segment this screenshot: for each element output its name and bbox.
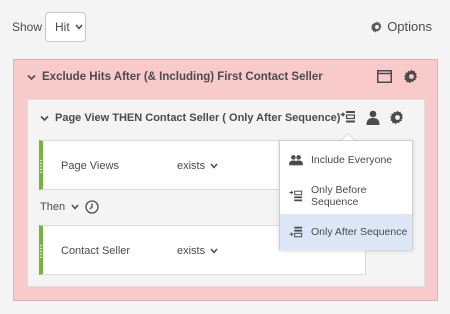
menu-item-label: Only Before Sequence bbox=[311, 184, 367, 208]
operator-value: exists bbox=[177, 245, 206, 257]
inner-sequence-title: Page View THEN Contact Seller ( Only Aft… bbox=[55, 112, 341, 124]
show-label: Show bbox=[12, 20, 43, 34]
rule-label: Page Views bbox=[61, 160, 119, 172]
chevron-down-icon bbox=[210, 163, 218, 169]
operator-dropdown[interactable]: exists bbox=[177, 245, 218, 257]
gear-icon bbox=[371, 20, 382, 33]
options-button[interactable]: Options bbox=[371, 19, 432, 34]
chevron-down-icon bbox=[27, 74, 36, 80]
operator-value: exists bbox=[177, 160, 206, 172]
clock-icon[interactable] bbox=[85, 200, 99, 214]
after-sequence-icon bbox=[289, 226, 303, 238]
popup-arrow-fill bbox=[342, 134, 354, 140]
drag-handle[interactable] bbox=[39, 244, 43, 258]
sequence-options-menu: Include Everyone Only Before Sequence On… bbox=[279, 140, 413, 250]
chevron-down-icon bbox=[40, 115, 49, 121]
show-select[interactable]: Hit bbox=[45, 12, 86, 42]
inner-sequence-actions bbox=[340, 110, 405, 125]
chevron-down-icon bbox=[75, 24, 83, 30]
after-sequence-icon[interactable] bbox=[340, 110, 356, 125]
outer-segment-header[interactable]: Exclude Hits After (& Including) First C… bbox=[27, 71, 323, 83]
person-icon[interactable] bbox=[366, 110, 380, 125]
inner-sequence-header[interactable]: Page View THEN Contact Seller ( Only Aft… bbox=[40, 112, 340, 124]
menu-item-only-before-sequence[interactable]: Only Before Sequence bbox=[280, 178, 412, 214]
outer-segment-actions bbox=[377, 69, 419, 84]
chevron-down-icon bbox=[71, 204, 79, 210]
drag-handle[interactable] bbox=[39, 159, 43, 173]
then-label: Then bbox=[40, 201, 66, 213]
gear-icon[interactable] bbox=[390, 110, 405, 125]
rule-label: Contact Seller bbox=[61, 245, 131, 257]
operator-dropdown[interactable]: exists bbox=[177, 160, 218, 172]
then-selector[interactable]: Then bbox=[40, 200, 99, 214]
outer-segment-title: Exclude Hits After (& Including) First C… bbox=[42, 71, 323, 83]
menu-item-label: Only After Sequence bbox=[311, 226, 408, 238]
chevron-down-icon bbox=[210, 248, 218, 254]
before-sequence-icon bbox=[289, 190, 303, 202]
menu-item-only-after-sequence[interactable]: Only After Sequence bbox=[280, 214, 412, 250]
show-select-value: Hit bbox=[55, 20, 70, 34]
gear-icon[interactable] bbox=[404, 69, 419, 84]
people-icon bbox=[289, 155, 303, 166]
menu-item-include-everyone[interactable]: Include Everyone bbox=[280, 142, 412, 178]
options-label: Options bbox=[387, 19, 432, 34]
panel-icon[interactable] bbox=[377, 70, 392, 83]
menu-item-label: Include Everyone bbox=[311, 154, 393, 166]
